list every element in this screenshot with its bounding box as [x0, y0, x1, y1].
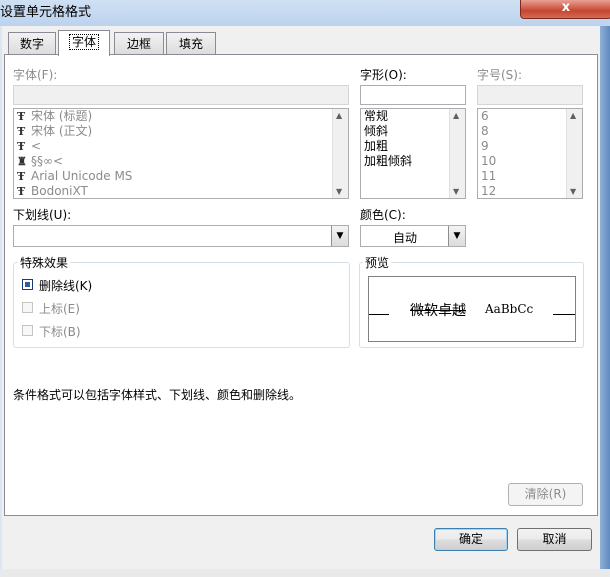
style-list[interactable]: 常规 倾斜 加粗 加粗倾斜 ▲ ▼ [360, 108, 466, 199]
truetype-font-icon: Ŧ [17, 140, 26, 153]
style-list-scrollbar[interactable]: ▲ ▼ [449, 109, 465, 198]
font-item-label: §§∞< [31, 154, 64, 168]
tab-label: 数字 [19, 37, 44, 51]
font-list-item[interactable]: Ŧ Arial Unicode MS [14, 169, 348, 184]
cancel-button-label: 取消 [542, 532, 567, 546]
ok-button-label: 确定 [458, 532, 483, 546]
window-frame-bottom [0, 569, 610, 577]
preview-baseline [369, 314, 389, 315]
close-icon: x [561, 0, 571, 15]
scroll-down-icon[interactable]: ▼ [336, 187, 342, 196]
title-bar: 设置单元格格式 x [0, 0, 610, 26]
info-text: 条件格式可以包括字体样式、下划线、颜色和删除线。 [13, 388, 302, 402]
subscript-label: 下标(B) [39, 325, 81, 339]
chevron-down-icon[interactable]: ▼ [448, 226, 465, 246]
preview-box: 微软卓越 AaBbCc [368, 276, 576, 342]
window-title: 设置单元格格式 [0, 5, 92, 20]
tab-number[interactable]: 数字 [8, 32, 56, 55]
scroll-down-icon[interactable]: ▼ [570, 187, 576, 196]
cancel-button[interactable]: 取消 [517, 528, 592, 551]
font-list-item[interactable]: ♜ §§∞< [14, 154, 348, 169]
font-item-label: Arial Unicode MS [31, 169, 133, 183]
size-list[interactable]: 6 8 9 10 11 12 ▲ ▼ [477, 108, 583, 199]
window-frame-right [600, 26, 610, 577]
scroll-up-icon[interactable]: ▲ [570, 111, 576, 120]
font-item-label: 宋体 (正文) [31, 124, 93, 138]
size-label: 字号(S): [477, 68, 523, 82]
effects-title: 特殊效果 [18, 254, 71, 271]
truetype-font-icon: Ŧ [17, 110, 26, 123]
tab-label: 填充 [178, 37, 203, 51]
truetype-font-icon: Ŧ [17, 185, 26, 198]
underline-label: 下划线(U): [13, 208, 72, 222]
clear-button[interactable]: 清除(R) [508, 483, 583, 506]
scroll-up-icon[interactable]: ▲ [453, 111, 459, 120]
tab-font[interactable]: 字体 [58, 30, 110, 56]
tab-label: 边框 [126, 37, 151, 51]
underline-dropdown[interactable]: ▼ [13, 225, 349, 247]
font-list-item[interactable]: Ŧ 宋体 (正文) [14, 124, 348, 139]
font-item-label: < [31, 139, 42, 153]
scroll-down-icon[interactable]: ▼ [453, 187, 459, 196]
strikethrough-label: 删除线(K) [39, 279, 93, 293]
size-list-scrollbar[interactable]: ▲ ▼ [566, 109, 582, 198]
tab-fill[interactable]: 填充 [166, 32, 216, 55]
style-label: 字形(O): [360, 68, 407, 82]
font-input[interactable] [13, 85, 349, 105]
style-input[interactable] [360, 85, 466, 105]
font-list[interactable]: Ŧ 宋体 (标题) Ŧ 宋体 (正文) Ŧ < ♜ §§∞< Ŧ Arial Unicod… [13, 108, 349, 199]
preview-baseline [553, 314, 575, 315]
size-input[interactable] [477, 85, 583, 105]
color-dropdown[interactable]: 自动 ▼ [360, 225, 466, 247]
font-list-item[interactable]: Ŧ 宋体 (标题) [14, 109, 348, 124]
truetype-font-icon: Ŧ [17, 170, 26, 183]
font-list-item[interactable]: Ŧ < [14, 139, 348, 154]
scroll-up-icon[interactable]: ▲ [336, 111, 342, 120]
chevron-down-icon[interactable]: ▼ [331, 226, 348, 246]
close-button[interactable]: x [520, 0, 610, 19]
font-label: 字体(F): [13, 68, 58, 82]
subscript-checkbox[interactable] [22, 325, 33, 336]
ok-button[interactable]: 确定 [434, 528, 508, 551]
tab-border[interactable]: 边框 [114, 32, 164, 55]
superscript-checkbox[interactable] [22, 302, 33, 313]
font-item-label: 宋体 (标题) [31, 109, 93, 123]
window-frame-left [0, 26, 2, 571]
font-item-label: BodoniXT [31, 184, 88, 198]
color-value: 自动 [393, 231, 418, 245]
color-label: 颜色(C): [360, 208, 406, 222]
preview-sample-latin: AaBbCc [485, 302, 534, 316]
strikethrough-checkbox[interactable] [22, 279, 33, 290]
font-list-scrollbar[interactable]: ▲ ▼ [332, 109, 348, 198]
superscript-label: 上标(E) [39, 302, 80, 316]
printer-font-icon: ♜ [17, 155, 27, 168]
preview-sample-cjk: 微软卓越 [410, 303, 466, 319]
preview-title: 预览 [363, 254, 392, 271]
truetype-font-icon: Ŧ [17, 125, 26, 138]
clear-button-label: 清除(R) [524, 487, 567, 501]
tab-label: 字体 [68, 34, 99, 50]
font-list-item[interactable]: Ŧ BodoniXT [14, 184, 348, 198]
